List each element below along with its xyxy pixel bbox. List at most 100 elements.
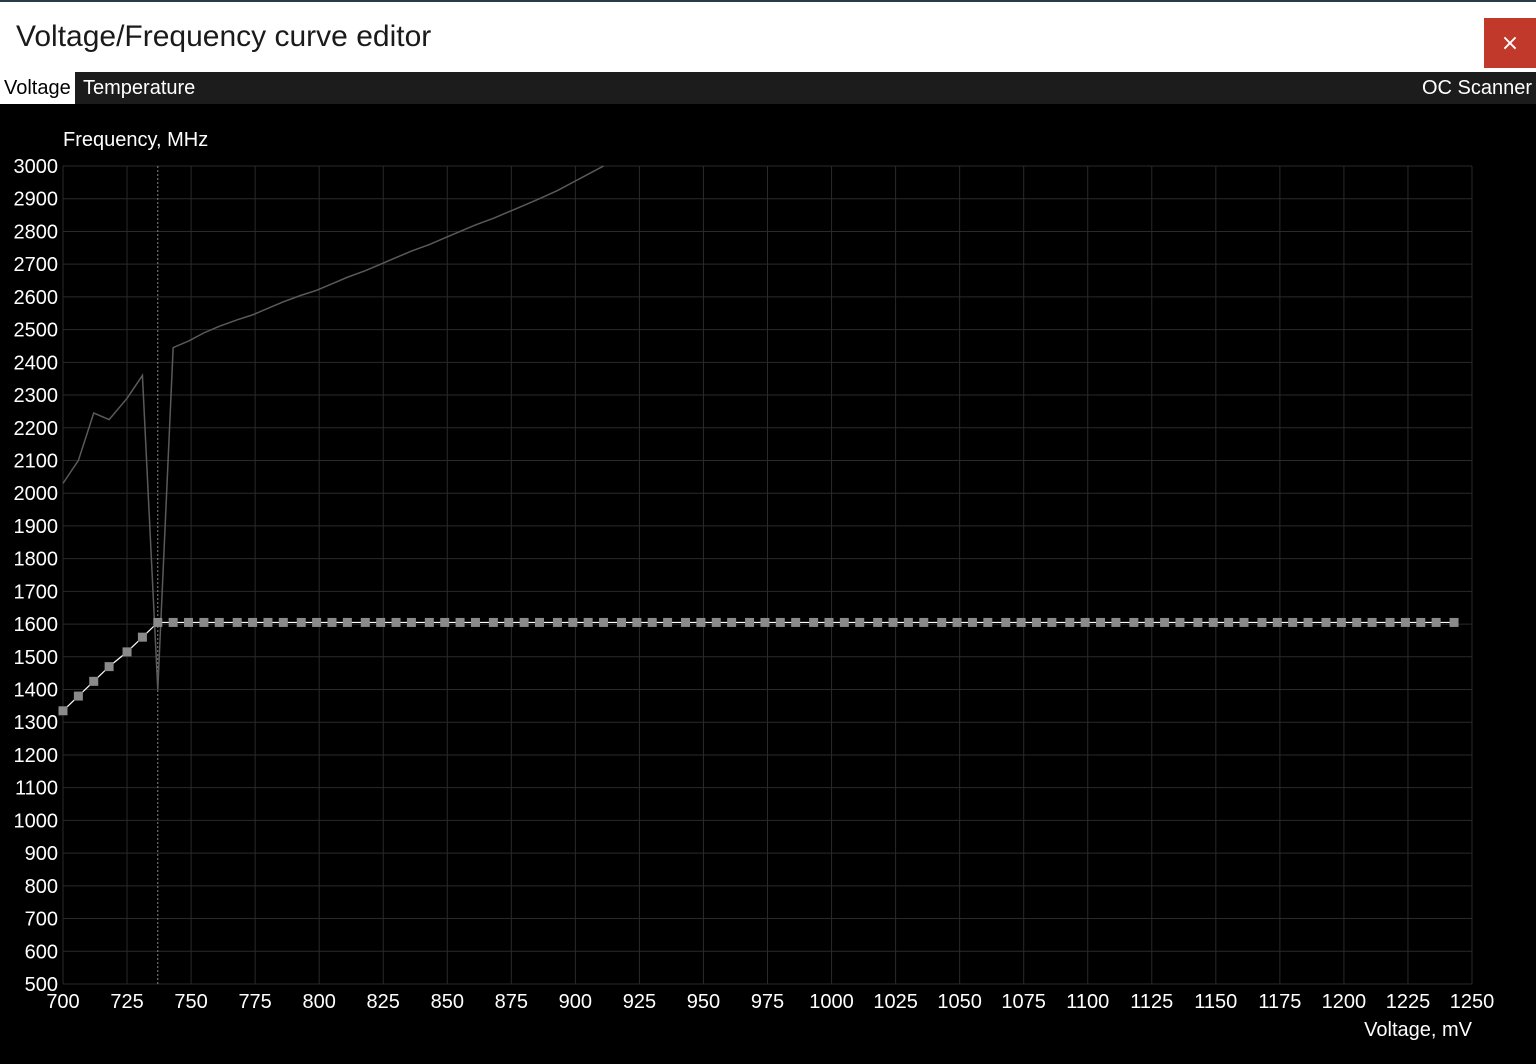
curve-point[interactable] xyxy=(647,617,657,627)
x-tick-label: 750 xyxy=(174,991,207,1013)
curve-point[interactable] xyxy=(1400,617,1410,627)
curve-point[interactable] xyxy=(791,617,801,627)
curve-point[interactable] xyxy=(745,617,755,627)
curve-point[interactable] xyxy=(199,617,209,627)
curve-point[interactable] xyxy=(534,617,544,627)
curve-point[interactable] xyxy=(760,617,770,627)
tab-voltage[interactable]: Voltage xyxy=(0,72,75,104)
curve-point[interactable] xyxy=(937,617,947,627)
curve-point[interactable] xyxy=(568,617,578,627)
curve-point[interactable] xyxy=(1336,617,1346,627)
curve-point[interactable] xyxy=(232,617,242,627)
curve-point[interactable] xyxy=(983,617,993,627)
curve-point[interactable] xyxy=(599,617,609,627)
curve-point[interactable] xyxy=(663,617,673,627)
curve-point[interactable] xyxy=(952,617,962,627)
curve-point[interactable] xyxy=(1321,617,1331,627)
curve-point[interactable] xyxy=(296,617,306,627)
curve-point[interactable] xyxy=(1080,617,1090,627)
curve-point[interactable] xyxy=(967,617,977,627)
curve-point[interactable] xyxy=(104,662,114,672)
curve-point[interactable] xyxy=(1129,617,1139,627)
curve-point[interactable] xyxy=(504,617,514,627)
curve-point[interactable] xyxy=(809,617,819,627)
curve-point[interactable] xyxy=(1208,617,1218,627)
curve-point[interactable] xyxy=(327,617,337,627)
oc-scanner-button[interactable]: OC Scanner xyxy=(1418,72,1536,104)
curve-point[interactable] xyxy=(1288,617,1298,627)
curve-point[interactable] xyxy=(888,617,898,627)
close-button[interactable]: × xyxy=(1484,18,1536,68)
curve-point[interactable] xyxy=(470,617,480,627)
x-axis-label: Voltage, mV xyxy=(1364,1019,1473,1041)
curve-point[interactable] xyxy=(1193,617,1203,627)
curve-point[interactable] xyxy=(583,617,593,627)
curve-point[interactable] xyxy=(122,647,132,657)
curve-point[interactable] xyxy=(903,617,913,627)
curve-point[interactable] xyxy=(391,617,401,627)
curve-point[interactable] xyxy=(1144,617,1154,627)
x-tick-label: 1175 xyxy=(1258,991,1301,1013)
curve-point[interactable] xyxy=(839,617,849,627)
tab-temperature[interactable]: Temperature xyxy=(79,72,199,104)
curve-point[interactable] xyxy=(1001,617,1011,627)
x-tick-label: 1150 xyxy=(1194,991,1237,1013)
curve-point[interactable] xyxy=(616,617,626,627)
curve-point[interactable] xyxy=(775,617,785,627)
curve-point[interactable] xyxy=(376,617,386,627)
curve-point[interactable] xyxy=(1160,617,1170,627)
curve-point[interactable] xyxy=(711,617,721,627)
curve-point[interactable] xyxy=(312,617,322,627)
curve-point[interactable] xyxy=(153,617,163,627)
curve-point[interactable] xyxy=(1111,617,1121,627)
curve-point[interactable] xyxy=(89,676,99,686)
curve-point[interactable] xyxy=(1031,617,1041,627)
curve-point[interactable] xyxy=(248,617,258,627)
curve-point[interactable] xyxy=(632,617,642,627)
curve-point[interactable] xyxy=(424,617,434,627)
curve-point[interactable] xyxy=(1385,617,1395,627)
curve-point[interactable] xyxy=(1175,617,1185,627)
curve-point[interactable] xyxy=(73,691,83,701)
curve-point[interactable] xyxy=(855,617,865,627)
curve-point[interactable] xyxy=(455,617,465,627)
curve-point[interactable] xyxy=(1303,617,1313,627)
curve-point[interactable] xyxy=(137,632,147,642)
curve-point[interactable] xyxy=(1224,617,1234,627)
curve-point[interactable] xyxy=(263,617,273,627)
vf-curve-chart[interactable]: Frequency, MHz Voltage, mV 700 725 750 775 8… xyxy=(0,104,1536,1064)
curve-point[interactable] xyxy=(440,617,450,627)
curve-point[interactable] xyxy=(1239,617,1249,627)
curve-point[interactable] xyxy=(1367,617,1377,627)
curve-point[interactable] xyxy=(1016,617,1026,627)
curve-point[interactable] xyxy=(696,617,706,627)
curve-point[interactable] xyxy=(342,617,352,627)
curve-point[interactable] xyxy=(681,617,691,627)
curve-point[interactable] xyxy=(214,617,224,627)
curve-point[interactable] xyxy=(1416,617,1426,627)
curve-point[interactable] xyxy=(727,617,737,627)
curve-point[interactable] xyxy=(1352,617,1362,627)
curve-point[interactable] xyxy=(1096,617,1106,627)
curve-point[interactable] xyxy=(406,617,416,627)
curve-point[interactable] xyxy=(873,617,883,627)
curve-point[interactable] xyxy=(58,706,68,716)
curve-point[interactable] xyxy=(552,617,562,627)
curve-point[interactable] xyxy=(519,617,529,627)
curve-point[interactable] xyxy=(488,617,498,627)
curve-point[interactable] xyxy=(168,617,178,627)
curve-point[interactable] xyxy=(1047,617,1057,627)
curve-point[interactable] xyxy=(919,617,929,627)
curve-point[interactable] xyxy=(360,617,370,627)
vf-curve[interactable] xyxy=(58,617,1459,716)
curve-point[interactable] xyxy=(1449,617,1459,627)
curve-point[interactable] xyxy=(1257,617,1267,627)
y-tick-label: 1800 xyxy=(14,549,59,571)
y-tick-label: 1200 xyxy=(14,745,59,767)
curve-point[interactable] xyxy=(1272,617,1282,627)
curve-point[interactable] xyxy=(184,617,194,627)
curve-point[interactable] xyxy=(824,617,834,627)
curve-point[interactable] xyxy=(1431,617,1441,627)
curve-point[interactable] xyxy=(278,617,288,627)
curve-point[interactable] xyxy=(1065,617,1075,627)
